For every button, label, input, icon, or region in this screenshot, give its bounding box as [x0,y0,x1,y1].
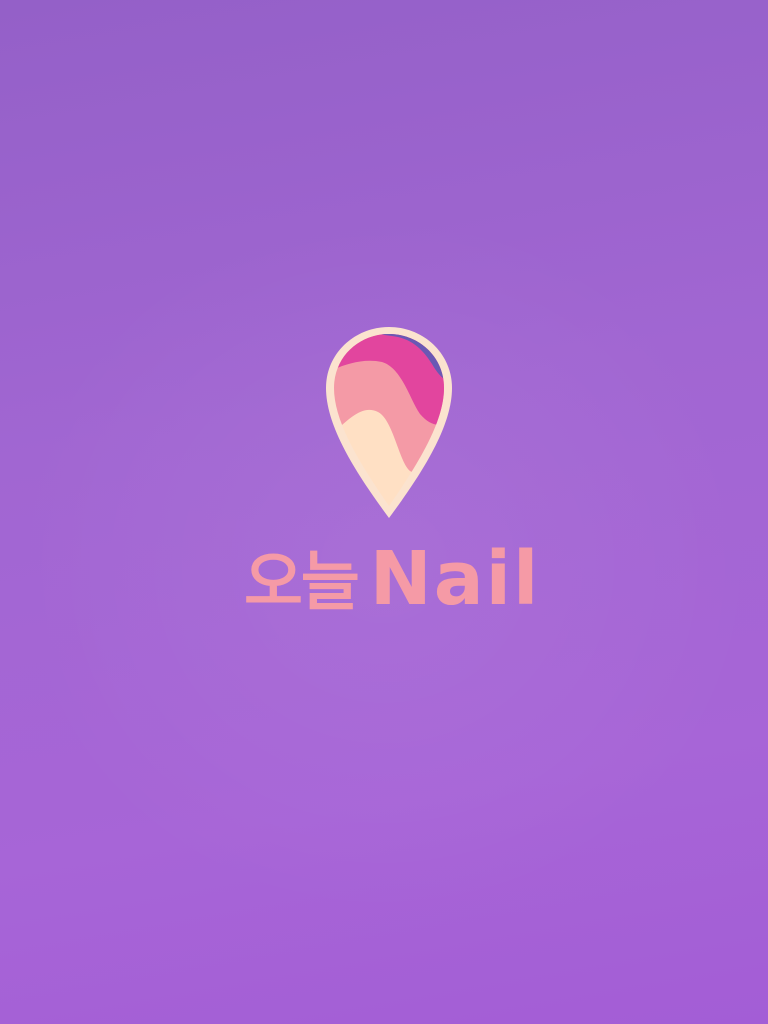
splash-screen: 오늘 Nail [0,0,768,1024]
app-name-english: Nail [369,536,541,622]
app-wordmark: 오늘 Nail [244,532,544,632]
app-name-korean: 오늘 [244,546,360,620]
nail-location-pin-icon [322,324,456,520]
